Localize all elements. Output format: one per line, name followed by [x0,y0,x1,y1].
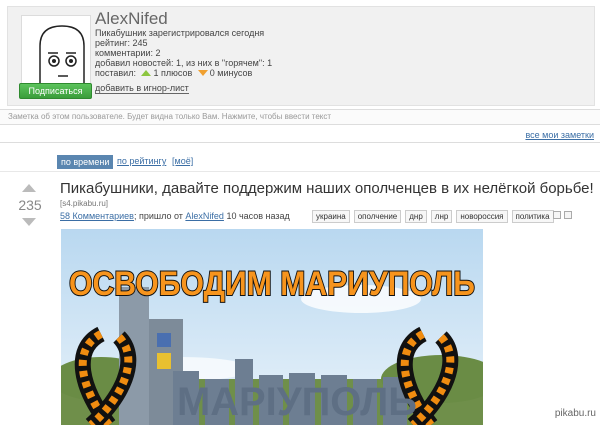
tab-mine[interactable]: [моё] [172,156,193,166]
post-title[interactable]: Пикабушники, давайте поддержим наших опо… [60,180,594,197]
comments-link[interactable]: 58 Комментариев [60,211,134,221]
tag[interactable]: новороссия [456,210,508,223]
user-news-count: добавил новостей: 1, из них в "горячем":… [95,58,273,68]
tag-list: украина ополчение днр лнр новороссия пол… [312,210,558,223]
tag[interactable]: ополчение [353,210,402,223]
upvote-arrow-icon[interactable] [22,184,36,192]
subscribe-button[interactable]: Подписаться [19,83,92,99]
image-headline: ОСВОБОДИМ МАРИУПОЛЬ [69,265,475,303]
post-image: ОСВОБОДИМ МАРИУПОЛЬ МАРIУПОЛЬ [61,229,483,425]
collapse-icon[interactable] [553,211,561,219]
minus-icon [197,70,208,76]
pluses-count: 1 плюсов [153,68,193,78]
tab-sort-by-rating[interactable]: по рейтингу [117,156,166,166]
username: AlexNifed [95,9,168,28]
tag[interactable]: политика [511,210,554,223]
votes-label: поставил: [95,68,136,78]
post-time: 10 часов назад [226,211,290,221]
tag[interactable]: украина [312,210,350,223]
user-comments-count: комментарии: 2 [95,48,161,58]
author-link[interactable]: AlexNifed [185,211,224,221]
tag[interactable]: днр [405,210,427,223]
meta-from-label: ; пришло от [133,211,183,221]
watermark: pikabu.ru [554,408,596,419]
avatar [21,15,91,85]
post-meta: 58 Комментариев; пришло от AlexNifed 10 … [60,211,290,221]
all-notes-link[interactable]: все мои заметки [525,130,594,140]
minuses-count: 0 минусов [209,68,253,78]
user-profile-card: Подписаться AlexNifed Пикабушник зарегис… [7,6,595,106]
post-rating: 235 [18,197,42,213]
add-to-ignore-link[interactable]: добавить в игнор-лист [95,83,189,94]
expand-icon[interactable] [564,211,572,219]
image-city-sign: МАРIУПОЛЬ [177,380,417,424]
divider [0,171,600,172]
user-rating: рейтинг: 245 [95,38,148,48]
registration-status: Пикабушник зарегистрировался сегодня [95,28,265,38]
divider [0,142,600,143]
tag[interactable]: лнр [430,210,453,223]
user-note-field[interactable]: Заметка об этом пользователе. Будет видн… [0,109,600,125]
plus-icon [141,70,152,76]
tab-sort-by-time[interactable]: по времени [57,155,114,169]
downvote-arrow-icon[interactable] [22,218,36,226]
post-source: [s4.pikabu.ru] [60,199,109,208]
default-avatar-icon [39,25,85,84]
user-votes: поставил: 1 плюсов 0 минусов [95,68,252,78]
post-image-art: ОСВОБОДИМ МАРИУПОЛЬ МАРIУПОЛЬ [61,229,483,425]
